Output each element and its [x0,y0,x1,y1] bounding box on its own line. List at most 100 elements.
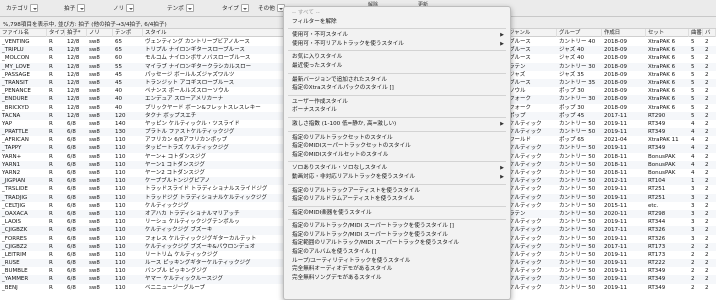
table-cell: カントリー 50 [559,145,596,152]
menu-item[interactable]: 指定のリアルトラック/MIDI スーパートラックを使うスタイル [] [284,222,510,231]
dropdown-arrow-icon[interactable] [30,4,39,12]
menu-item[interactable]: 完全無料ソングデモがあるスタイル [284,274,510,283]
table-cell: 5 [691,104,695,111]
table-cell: sw8 [89,202,100,209]
table-cell: 3 [691,202,695,209]
filter-category[interactable]: カテゴリ [6,3,39,13]
table-cell: 2 [705,120,709,127]
filter-tempo[interactable]: テンポ [167,3,194,13]
table-cell: 110 [115,153,126,160]
table-cell: _BRICKYD [2,104,29,111]
table-cell: R [49,251,53,258]
table-cell: RT349 [648,284,666,291]
menu-item[interactable]: 完全無料オーディオデモがあるスタイル [284,265,510,274]
menu-item[interactable]: ループ/ユーティリティトラックを使うスタイル [284,257,510,266]
dropdown-arrow-icon[interactable] [185,4,194,12]
table-cell: RT349 [648,120,666,127]
menu-item[interactable]: 指定のXtraスタイルパックのスタイル [] [284,84,510,93]
table-cell: 5 [691,63,695,70]
table-cell: R [49,63,53,70]
menu-item[interactable]: 使用可・不可リアルトラックを使うスタイル ▶ [284,40,510,49]
table-cell: 2 [705,268,709,275]
table-cell: 45 [115,79,122,86]
table-cell: 12/8 [67,96,80,103]
table-cell: 2018-11 [604,170,627,176]
column-header[interactable]: ノリ [87,29,113,37]
table-cell: 2 [705,210,709,217]
column-header[interactable]: 曲番 [689,29,703,37]
table-cell: _VENTING [2,39,30,45]
menu-item[interactable]: フィルターを解除 [284,18,510,27]
table-cell: 12/8 [67,112,80,119]
dropdown-arrow-icon[interactable] [126,4,135,12]
menu-item[interactable]: 指定のリアルトラック/MIDI スーパートラックを使うスタイル [284,231,510,240]
menu-item[interactable]: 最新バージョンで追加されたスタイル [284,76,510,85]
menu-item[interactable]: 最近使ったスタイル [284,62,510,71]
menu-item[interactable]: 激しさ指数 (1-100 低=静か, 高=激しい) ▶ [284,120,510,129]
menu-separator [288,183,506,185]
table-cell: 2 [705,260,709,267]
table-cell: XtraPAK 6 [648,79,676,86]
menu-item[interactable]: ボーナススタイル [284,106,510,115]
table-cell: 5 [691,96,695,103]
menu-item[interactable]: 指定のMIDIスタイルセットのスタイル [284,151,510,160]
table-cell: ケルティック [509,284,542,291]
table-cell: ケルティック [509,235,542,242]
table-cell: 2018-11 [604,153,627,160]
menu-item[interactable]: 指定のリアルドラムアーティストを使うスタイル [284,195,510,204]
table-cell: RT104 [648,178,666,185]
table-cell: 6/8 [67,153,76,160]
table-cell: 2 [691,243,695,250]
table-cell: sw8 [89,186,100,193]
table-cell: カントリー 30 [559,96,596,103]
table-cell: R [49,137,53,144]
column-header[interactable]: テンポ [113,29,143,37]
table-cell: 110 [115,235,126,242]
menu-item[interactable]: 指定のMIDI楽器を使うスタイル [284,209,510,218]
column-header[interactable]: 作成日 [602,29,646,37]
menu-item[interactable]: 指定のMIDIスーパートラックセットのスタイル [284,142,510,151]
table-cell: BonusPAK [648,170,676,176]
table-cell: R [49,235,53,242]
filter-feel[interactable]: ノリ [113,3,135,13]
table-cell: 2018-09 [604,88,627,95]
column-header[interactable]: 拍子* [65,29,87,37]
table-cell: 65 [115,47,122,54]
filter-time-signature[interactable]: 拍子 [64,3,86,13]
menu-item[interactable]: 使用可・不可スタイル ▶ [284,31,510,40]
table-cell: BonusPAK [648,161,676,168]
table-cell: R [49,194,53,201]
table-cell: ソウル [509,88,526,95]
table-cell: 6/8 [67,194,76,201]
dropdown-arrow-icon[interactable] [240,4,249,12]
table-cell: RT344 [648,219,666,226]
submenu-arrow-icon: ▶ [500,120,504,127]
table-cell: カントリー 50 [559,219,596,226]
table-cell: 12/8 [67,63,80,70]
column-header[interactable]: グループ [557,29,602,37]
menu-item[interactable]: 指定のアルバムを使うスタイル [] [284,248,510,257]
table-cell: 2 [705,251,709,258]
table-cell: 110 [115,210,126,217]
table-cell: 2 [691,268,695,275]
menu-item[interactable]: 動画対応・非対応リアルトラックを使うスタイル ▶ [284,173,510,182]
menu-item[interactable]: 指定範囲のリアルトラック/MIDI スーパートラックを使うスタイル [284,239,510,248]
table-cell: 110 [115,284,126,291]
menu-item[interactable]: ユーザー作成スタイル [284,98,510,107]
column-header[interactable]: ジャンル [507,29,557,37]
menu-item[interactable]: 指定のリアルトラックセットのスタイル [284,134,510,143]
menu-item[interactable]: お気に入りスタイル [284,53,510,62]
filter-other[interactable]: その他 [258,3,285,13]
dropdown-arrow-icon[interactable] [77,4,86,12]
menu-item[interactable]: ソロありスタイル・ソロなしスタイル ▶ [284,164,510,173]
column-header[interactable]: セット [646,29,689,37]
menu-item[interactable]: 指定のリアルトラックアーティストを使うスタイル [284,187,510,196]
column-header[interactable]: タイプ [47,29,65,37]
table-cell: カントリー 50 [559,178,596,185]
table-cell: _YAMMER [2,276,29,283]
filter-type[interactable]: タイプ [222,3,249,13]
table-cell: _TRSLIDE [2,186,28,193]
column-header[interactable]: ファイル名 [0,29,47,37]
column-header[interactable]: バ [703,29,716,37]
table-cell: _PASSAGE [2,71,30,78]
